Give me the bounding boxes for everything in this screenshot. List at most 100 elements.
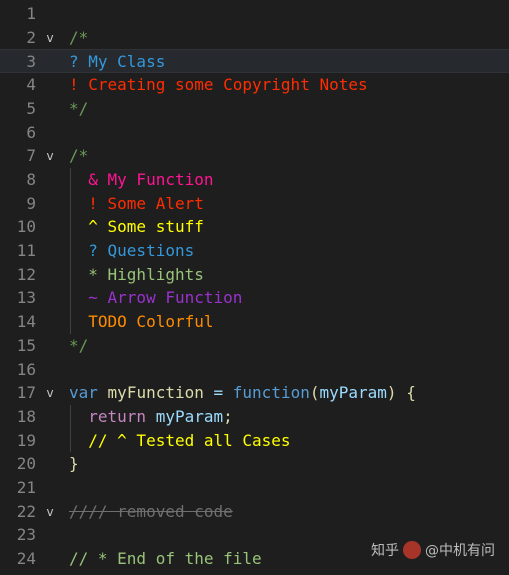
- line-number: 4: [26, 75, 36, 95]
- code-line[interactable]: 20}: [0, 452, 509, 476]
- code-line[interactable]: 22 v //// removed code: [0, 500, 509, 524]
- line-number: 24: [16, 549, 36, 569]
- line-number: 15: [16, 335, 36, 355]
- code-token: function: [232, 383, 310, 403]
- code-token: TODO Colorful: [69, 312, 214, 332]
- watermark: 知乎 @中机有问: [371, 538, 495, 564]
- code-line[interactable]: 11 ? Questions: [0, 239, 509, 263]
- line-number: 16: [16, 359, 36, 379]
- line-number: 22: [16, 501, 36, 521]
- code-text[interactable]: ! Some Alert: [69, 192, 204, 216]
- code-editor[interactable]: 1 2 v/* 3? My Class 4! Creating some Copyrig…: [0, 0, 509, 575]
- code-token: ! Some Alert: [69, 193, 204, 213]
- code-line[interactable]: 1: [0, 2, 509, 26]
- indent-guide: [70, 167, 71, 334]
- code-token: * Highlights: [69, 264, 204, 284]
- code-token: /*: [69, 146, 89, 166]
- line-number: 8: [26, 169, 36, 189]
- code-token: ^ Some stuff: [69, 217, 204, 237]
- code-text[interactable]: ? Questions: [69, 239, 194, 263]
- code-line[interactable]: 7 v /*: [0, 144, 509, 168]
- code-token: }: [69, 454, 79, 474]
- code-line[interactable]: 19 // ^ Tested all Cases: [0, 429, 509, 453]
- line-number: 20: [16, 454, 36, 474]
- line-number: 17: [16, 383, 36, 403]
- watermark-text-left: 知乎: [371, 543, 399, 559]
- code-text[interactable]: }: [69, 452, 79, 476]
- code-line[interactable]: 14 TODO Colorful: [0, 310, 509, 334]
- line-number: 13: [16, 288, 36, 308]
- code-text[interactable]: //// removed code: [69, 500, 233, 524]
- code-token: ? My Class: [69, 52, 166, 72]
- code-line[interactable]: 16: [0, 358, 509, 382]
- code-text[interactable]: */: [69, 334, 88, 358]
- code-token: myParam: [155, 406, 224, 426]
- fold-chevron-icon[interactable]: v: [42, 381, 58, 405]
- code-token: //// removed code: [69, 501, 233, 521]
- code-token: /*: [69, 27, 89, 47]
- code-token: ? Questions: [69, 241, 195, 260]
- code-text[interactable]: // * End of the file: [69, 547, 262, 571]
- code-text[interactable]: */: [69, 97, 88, 121]
- line-number: 23: [16, 525, 36, 545]
- code-line[interactable]: 12 * Highlights: [0, 263, 509, 287]
- fold-chevron-icon[interactable]: v: [42, 500, 58, 524]
- code-text[interactable]: ^ Some stuff: [69, 215, 204, 239]
- code-line[interactable]: 4 ! Creating some Copyright Notes: [0, 73, 509, 97]
- code-token: ! Creating some Copyright Notes: [69, 75, 368, 95]
- code-token: myParam: [319, 383, 387, 403]
- code-token: & My Function: [69, 169, 214, 189]
- code-token: */: [69, 335, 89, 355]
- code-line[interactable]: 15 */: [0, 334, 509, 358]
- line-number: 3: [26, 52, 36, 72]
- code-text[interactable]: return myParam;: [69, 405, 233, 429]
- fold-chevron-icon[interactable]: v: [42, 26, 58, 50]
- code-text[interactable]: * Highlights: [69, 263, 204, 287]
- fold-chevron-icon[interactable]: v: [42, 144, 58, 168]
- line-number: 5: [26, 98, 36, 118]
- code-line[interactable]: 5 */: [0, 97, 509, 121]
- code-text[interactable]: ! Creating some Copyright Notes: [69, 73, 368, 97]
- code-line[interactable]: 9 ! Some Alert: [0, 192, 509, 216]
- line-number: 10: [16, 217, 36, 237]
- code-line[interactable]: 6: [0, 121, 509, 145]
- code-text[interactable]: var myFunction = function(myParam) {: [69, 381, 416, 405]
- code-line[interactable]: 2 v /*: [0, 26, 509, 50]
- line-number: 14: [16, 312, 36, 332]
- line-number: 18: [16, 406, 36, 426]
- line-number: 19: [16, 430, 36, 450]
- code-token: */: [69, 98, 89, 118]
- line-number: 6: [26, 122, 36, 142]
- code-text[interactable]: /*: [69, 26, 88, 50]
- code-text[interactable]: /*: [69, 144, 88, 168]
- line-number: 1: [26, 4, 36, 23]
- line-number: 9: [26, 193, 36, 213]
- line-number: 11: [16, 241, 36, 260]
- watermark-text-right: @中机有问: [425, 543, 495, 559]
- indent-guide: [70, 404, 71, 453]
- code-token: ;: [223, 406, 233, 426]
- code-token: myFunction: [107, 383, 204, 403]
- line-number: 21: [16, 478, 36, 497]
- code-token: =: [203, 383, 233, 403]
- code-text[interactable]: ? My Class: [69, 50, 165, 74]
- watermark-logo-icon: [403, 541, 421, 559]
- code-text[interactable]: TODO Colorful: [69, 310, 214, 334]
- code-token: ~ Arrow Function: [69, 288, 243, 308]
- code-text[interactable]: & My Function: [69, 168, 214, 192]
- code-text[interactable]: ~ Arrow Function: [69, 286, 242, 310]
- code-line[interactable]: 17 v var myFunction = function(myParam) {: [0, 381, 509, 405]
- line-number: 12: [16, 264, 36, 284]
- code-token: var: [69, 383, 98, 403]
- code-line[interactable]: 21: [0, 476, 509, 500]
- code-text[interactable]: // ^ Tested all Cases: [69, 429, 291, 453]
- code-line[interactable]: 10 ^ Some stuff: [0, 215, 509, 239]
- code-line[interactable]: 18 return myParam;: [0, 405, 509, 429]
- code-line[interactable]: 8 & My Function: [0, 168, 509, 192]
- code-token: // ^ Tested all Cases: [69, 430, 291, 450]
- code-line[interactable]: 13 ~ Arrow Function: [0, 286, 509, 310]
- code-line[interactable]: 3 ? My Class: [0, 49, 509, 74]
- code-token: ) {: [386, 383, 416, 403]
- line-number: 2: [26, 27, 36, 47]
